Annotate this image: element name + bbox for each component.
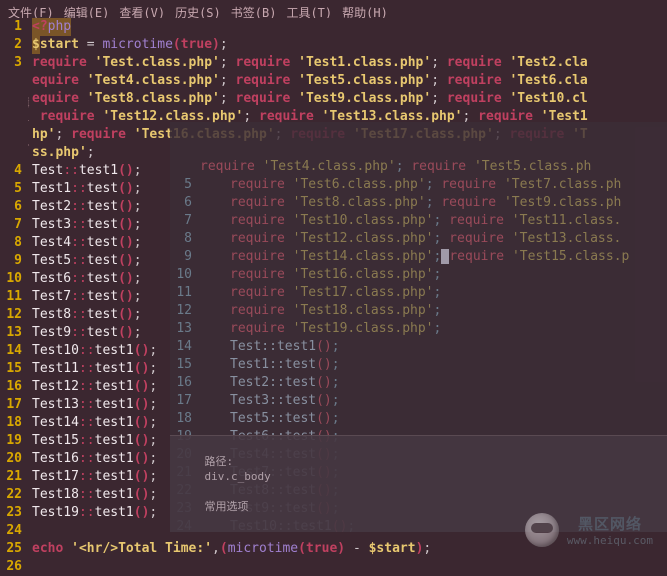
overlay-line-number: 14 [170, 338, 200, 356]
overlay-line[interactable]: 12 require 'Test18.class.php'; [170, 302, 667, 320]
line-number: 12 [0, 306, 22, 324]
overlay-line[interactable]: 15 Test1::test(); [170, 356, 667, 374]
menu-item[interactable]: 编辑(E) [64, 4, 110, 14]
line-number [0, 90, 22, 108]
line-number [0, 72, 22, 90]
overlay-line[interactable]: 14 Test::test1(); [170, 338, 667, 356]
overlay-panel[interactable]: require 'Test4.class.php'; require 'Test… [170, 122, 667, 532]
overlay-code[interactable]: require 'Test6.class.php'; require 'Test… [230, 177, 621, 192]
overlay-code[interactable]: require 'Test10.class.php'; require 'Tes… [230, 213, 621, 228]
line-number [0, 108, 22, 126]
line-number: 15 [0, 360, 22, 378]
watermark: 黑区网络 www.heiqu.com [525, 513, 653, 547]
overlay-line-number: 15 [170, 356, 200, 374]
overlay-line[interactable]: 13 require 'Test19.class.php'; [170, 320, 667, 338]
watermark-url: www.heiqu.com [567, 534, 653, 547]
overlay-line-number: 9 [170, 248, 200, 266]
path-value: div.c_body [205, 470, 271, 483]
line-number: 4 [0, 162, 22, 180]
line-number: 21 [0, 468, 22, 486]
overlay-line[interactable]: 16 Test2::test(); [170, 374, 667, 392]
overlay-line-number: 11 [170, 284, 200, 302]
path-label: 路径: [205, 455, 234, 468]
line-number: 13 [0, 324, 22, 342]
overlay-line-number: 5 [170, 176, 200, 194]
line-number: 26 [0, 558, 22, 576]
overlay-line-number: 12 [170, 302, 200, 320]
overlay-code[interactable]: Test::test1(); [230, 339, 340, 354]
code-line[interactable]: equire 'Test8.class.php'; require 'Test9… [32, 90, 667, 108]
menu-item[interactable]: 帮助(H) [342, 4, 388, 14]
overlay-code[interactable]: require 'Test8.class.php'; require 'Test… [230, 195, 621, 210]
line-number: 5 [0, 180, 22, 198]
menu-item[interactable]: 历史(S) [175, 4, 221, 14]
overlay-line[interactable]: 11 require 'Test17.class.php'; [170, 284, 667, 302]
line-number: 18 [0, 414, 22, 432]
overlay-line-number: 17 [170, 392, 200, 410]
code-line[interactable]: require 'Test.class.php'; require 'Test1… [32, 54, 667, 72]
line-number: 16 [0, 378, 22, 396]
line-number: 14 [0, 342, 22, 360]
code-line[interactable]: <?php [32, 18, 667, 36]
line-number: 6 [0, 198, 22, 216]
line-number: 22 [0, 486, 22, 504]
overlay-line[interactable]: 10 require 'Test16.class.php'; [170, 266, 667, 284]
line-number: 1 [0, 18, 22, 36]
menu-bar: 文件(F) 编辑(E) 查看(V) 历史(S) 书签(B) 工具(T) 帮助(H) [0, 0, 667, 18]
overlay-line[interactable]: require 'Test4.class.php'; require 'Test… [170, 158, 667, 176]
overlay-line[interactable]: 6 require 'Test8.class.php'; require 'Tes… [170, 194, 667, 212]
overlay-line[interactable]: 5 require 'Test6.class.php'; require 'Tes… [170, 176, 667, 194]
line-number: 20 [0, 450, 22, 468]
overlay-code[interactable]: Test5::test(); [230, 411, 340, 426]
line-number: 23 [0, 504, 22, 522]
overlay-code[interactable]: require 'Test18.class.php'; [230, 303, 441, 318]
code-line[interactable]: equire 'Test4.class.php'; require 'Test5… [32, 72, 667, 90]
overlay-line[interactable]: 18 Test5::test(); [170, 410, 667, 428]
line-number: 11 [0, 288, 22, 306]
overlay-line-number: 7 [170, 212, 200, 230]
line-number: 8 [0, 234, 22, 252]
overlay-line-number: 16 [170, 374, 200, 392]
line-number: 25 [0, 540, 22, 558]
line-number-gutter: 1234567891011121314151617181920212223242… [0, 18, 28, 565]
menu-item[interactable]: 书签(B) [231, 4, 277, 14]
overlay-line[interactable]: 8 require 'Test12.class.php'; require 'Te… [170, 230, 667, 248]
overlay-code[interactable]: Test2::test(); [230, 375, 340, 390]
mushroom-icon [525, 513, 559, 547]
overlay-code[interactable]: require 'Test12.class.php'; require 'Tes… [230, 231, 621, 246]
overlay-code[interactable]: require 'Test4.class.php'; require 'Test… [200, 159, 591, 174]
overlay-line-number: 8 [170, 230, 200, 248]
overlay-line[interactable]: 17 Test3::test(); [170, 392, 667, 410]
overlay-code[interactable]: require 'Test16.class.php'; [230, 267, 441, 282]
line-number: 24 [0, 522, 22, 540]
line-number: 2 [0, 36, 22, 54]
overlay-line[interactable]: 9 require 'Test14.class.php';require 'Tes… [170, 248, 667, 266]
overlay-line-number: 6 [170, 194, 200, 212]
line-number: 9 [0, 252, 22, 270]
overlay-line[interactable]: 7 require 'Test10.class.php'; require 'Te… [170, 212, 667, 230]
overlay-code[interactable]: Test3::test(); [230, 393, 340, 408]
line-number [0, 126, 22, 144]
overlay-code[interactable]: require 'Test17.class.php'; [230, 285, 441, 300]
menu-item[interactable]: 工具(T) [286, 4, 332, 14]
overlay-code[interactable]: Test1::test(); [230, 357, 340, 372]
options-label: 常用选项 [205, 500, 249, 513]
line-number: 19 [0, 432, 22, 450]
overlay-line-number: 10 [170, 266, 200, 284]
overlay-code[interactable]: require 'Test14.class.php';require 'Test… [230, 249, 629, 264]
menu-item[interactable]: 查看(V) [119, 4, 165, 14]
overlay-code[interactable]: require 'Test19.class.php'; [230, 321, 441, 336]
overlay-line-number: 18 [170, 410, 200, 428]
code-line[interactable]: $start = microtime(true); [32, 36, 667, 54]
line-number: 3 [0, 54, 22, 72]
code-line[interactable] [32, 558, 667, 576]
line-number: 7 [0, 216, 22, 234]
menu-item[interactable]: 文件(F) [8, 4, 54, 14]
overlay-line-number: 13 [170, 320, 200, 338]
line-number: 17 [0, 396, 22, 414]
line-number: 10 [0, 270, 22, 288]
line-number [0, 144, 22, 162]
watermark-title: 黑区网络 [567, 513, 653, 534]
